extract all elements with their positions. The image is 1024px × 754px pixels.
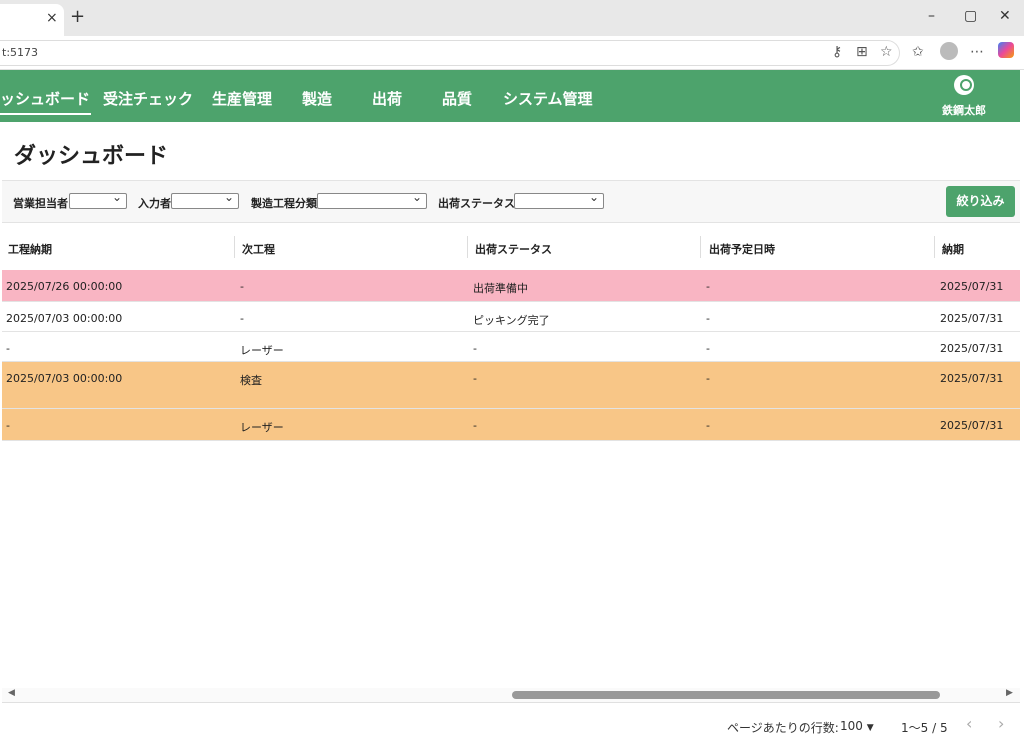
table-cell: - [473, 372, 477, 385]
rows-per-page-select[interactable]: 100 ▼ [840, 719, 874, 733]
scroll-right-icon[interactable]: ▶ [1006, 688, 1013, 698]
column-separator [467, 236, 468, 258]
column-header[interactable]: 次工程 [242, 241, 275, 257]
ship-status-select[interactable] [514, 190, 604, 209]
table-cell: - [6, 419, 10, 432]
column-header[interactable]: 出荷ステータス [475, 241, 552, 257]
nav-item-system[interactable]: システム管理 [503, 88, 593, 109]
nav-item-shipping[interactable]: 出荷 [372, 88, 402, 109]
table-cell: - [240, 312, 244, 325]
tab-close-icon[interactable]: × [46, 10, 58, 26]
table-cell: 検査 [240, 374, 262, 387]
sales-rep-select[interactable] [69, 190, 127, 209]
filter-label-sales-rep: 営業担当者 [13, 197, 68, 210]
table-cell: - [240, 280, 244, 293]
profile-icon[interactable] [940, 42, 958, 60]
table-row[interactable]: - レーザー - - 2025/07/31 [2, 332, 1020, 362]
nav-item-dashboard[interactable]: ッシュボード [0, 88, 90, 109]
filter-button[interactable]: 絞り込み [946, 186, 1015, 217]
grid-header: 工程納期 次工程 出荷ステータス 出荷予定日時 納期 [2, 224, 1020, 270]
close-window-icon[interactable]: ✕ [999, 8, 1011, 24]
table-cell: - [473, 419, 477, 432]
copilot-icon[interactable] [998, 42, 1014, 58]
column-header[interactable]: 納期 [942, 241, 964, 257]
apps-icon[interactable]: ⊞ [856, 44, 868, 60]
table-cell: レーザー [240, 421, 284, 434]
column-header[interactable]: 工程納期 [8, 241, 52, 257]
filter-label-input-user: 入力者 [138, 197, 171, 210]
scrollbar-thumb[interactable] [512, 691, 940, 699]
table-cell: - [706, 312, 710, 325]
filter-label-ship-status: 出荷ステータス [438, 197, 515, 210]
key-icon[interactable]: ⚷ [832, 44, 842, 60]
new-tab-icon[interactable]: + [70, 6, 85, 27]
pagination-range: 1〜5 / 5 [901, 721, 948, 735]
nav-item-order-check[interactable]: 受注チェック [103, 88, 193, 109]
table-cell: 2025/07/03 00:00:00 [6, 312, 123, 325]
table-cell: - [706, 280, 710, 293]
table-cell: ピッキング完了 [473, 314, 550, 327]
nav-active-indicator [0, 113, 91, 115]
table-cell: 2025/07/03 00:00:00 [6, 372, 123, 385]
column-separator [234, 236, 235, 258]
table-cell: 2025/07/26 00:00:00 [6, 280, 123, 293]
url-text[interactable]: t:5173 [2, 46, 38, 59]
input-user-select[interactable] [171, 190, 239, 209]
nav-item-quality[interactable]: 品質 [442, 88, 472, 109]
table-cell: 2025/07/31 [940, 372, 1004, 385]
dropdown-arrow-icon[interactable]: ▼ [867, 723, 874, 733]
table-row[interactable]: - レーザー - - 2025/07/31 [2, 409, 1020, 441]
table-cell: 2025/07/31 [940, 312, 1004, 325]
column-header[interactable]: 出荷予定日時 [709, 241, 775, 257]
maximize-icon[interactable]: ▢ [964, 8, 977, 24]
previous-page-button[interactable]: ‹ [966, 714, 972, 733]
table-cell: 2025/07/31 [940, 419, 1004, 432]
scroll-left-icon[interactable]: ◀ [8, 688, 15, 698]
user-account-icon[interactable] [954, 75, 974, 95]
table-cell: - [706, 342, 710, 355]
process-class-select[interactable] [317, 190, 427, 209]
filter-label-process-class: 製造工程分類 [251, 197, 317, 210]
page-title: ダッシュボード [14, 144, 169, 169]
table-row[interactable]: 2025/07/26 00:00:00 - 出荷準備中 - 2025/07/31 [2, 270, 1020, 302]
rows-per-page-label: ページあたりの行数: [727, 721, 839, 735]
column-separator [934, 236, 935, 258]
minimize-icon[interactable]: – [928, 8, 935, 24]
table-cell: 出荷準備中 [473, 282, 528, 295]
table-cell: - [706, 372, 710, 385]
table-row[interactable]: 2025/07/03 00:00:00 - ピッキング完了 - 2025/07/31 [2, 302, 1020, 332]
table-row[interactable]: 2025/07/03 00:00:00 検査 - - 2025/07/31 [2, 362, 1020, 409]
browser-titlebar [0, 0, 1024, 36]
nav-item-manufacturing[interactable]: 製造 [302, 88, 332, 109]
horizontal-scrollbar[interactable]: ◀ ▶ [2, 688, 1020, 702]
table-cell: 2025/07/31 [940, 342, 1004, 355]
table-cell: - [706, 419, 710, 432]
more-icon[interactable]: ⋯ [970, 44, 984, 60]
star-icon[interactable]: ☆ [880, 44, 893, 60]
table-cell: レーザー [240, 344, 284, 357]
user-name[interactable]: 鉄鋼太郎 [942, 102, 986, 118]
nav-item-production[interactable]: 生産管理 [212, 88, 272, 109]
table-cell: - [6, 342, 10, 355]
favorites-icon[interactable]: ✩ [912, 44, 924, 60]
table-cell: - [473, 342, 477, 355]
column-separator [700, 236, 701, 258]
url-field[interactable] [0, 40, 900, 66]
table-cell: 2025/07/31 [940, 280, 1004, 293]
rows-per-page-value[interactable]: 100 [840, 719, 863, 733]
next-page-button[interactable]: › [998, 714, 1004, 733]
